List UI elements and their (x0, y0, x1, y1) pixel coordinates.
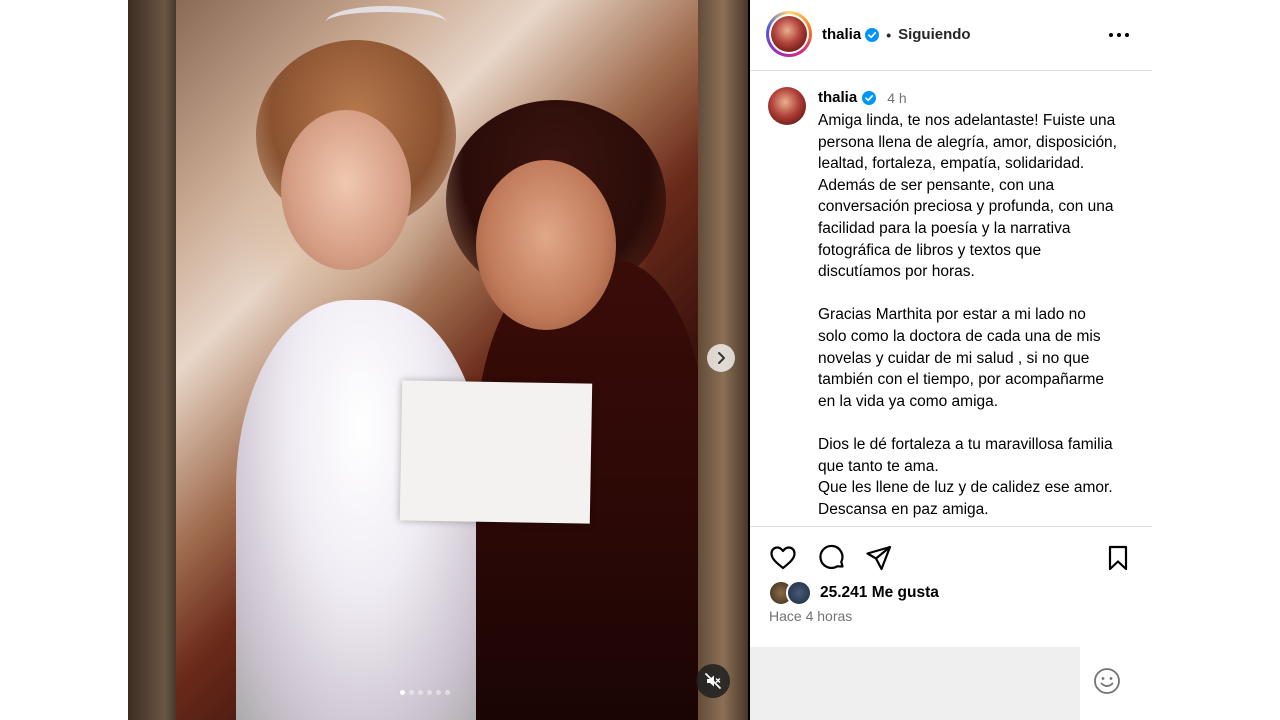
post-media[interactable] (128, 0, 748, 720)
photo-region (399, 380, 593, 524)
carousel-dot (418, 690, 423, 695)
likes-count[interactable]: 25.241 Me gusta (820, 584, 939, 602)
carousel-dot (427, 690, 432, 695)
more-options-icon (1109, 33, 1129, 37)
carousel-dot (436, 690, 441, 695)
post-header: thalia • Siguiendo (750, 0, 1152, 71)
post-side-panel: thalia • Siguiendo thalia 4 h Amiga lind… (750, 0, 1152, 720)
chevron-right-icon (718, 352, 725, 364)
comment-input[interactable] (750, 647, 1080, 720)
caption-username[interactable]: thalia (818, 89, 857, 106)
carousel-next-button[interactable] (707, 344, 735, 372)
photo-region (326, 6, 446, 38)
comment-box (750, 647, 1080, 720)
smiley-icon[interactable] (1092, 666, 1122, 696)
action-bar (750, 526, 1152, 587)
post-timestamp[interactable]: Hace 4 horas (769, 608, 852, 624)
caption-scroll-area[interactable]: thalia 4 h Amiga linda, te nos adelantas… (750, 71, 1152, 526)
liker-avatar (786, 580, 812, 606)
author-username[interactable]: thalia (822, 26, 861, 43)
heart-icon[interactable] (768, 543, 798, 573)
comment-bubble-icon[interactable] (817, 543, 847, 573)
following-button[interactable]: Siguiendo (898, 26, 971, 43)
paper-plane-icon[interactable] (864, 543, 894, 573)
more-options-button[interactable] (1108, 24, 1130, 46)
avatar-image (768, 87, 806, 125)
likes-row[interactable]: 25.241 Me gusta (768, 580, 939, 606)
caption-header: thalia 4 h (818, 89, 907, 106)
carousel-dot (445, 690, 450, 695)
bookmark-icon[interactable] (1103, 543, 1133, 573)
header-author: thalia • Siguiendo (822, 26, 971, 43)
photo-region (476, 160, 616, 330)
caption-text: Amiga linda, te nos adelantaste! Fuiste … (818, 112, 1117, 518)
caption-time: 4 h (887, 89, 907, 106)
caption-avatar[interactable] (768, 87, 806, 125)
right-margin (1152, 0, 1280, 720)
muted-audio-icon (705, 673, 721, 689)
author-avatar[interactable] (766, 11, 812, 57)
mute-toggle-button[interactable] (696, 664, 730, 698)
avatar-image (771, 16, 807, 52)
carousel-indicator (400, 690, 450, 695)
carousel-dot (400, 690, 405, 695)
photo-region (281, 110, 411, 270)
left-margin (0, 0, 128, 720)
carousel-dot (409, 690, 414, 695)
verified-badge-icon (862, 90, 877, 105)
post-photo (176, 0, 698, 720)
verified-badge-icon (865, 27, 880, 42)
separator-dot: • (886, 26, 892, 43)
